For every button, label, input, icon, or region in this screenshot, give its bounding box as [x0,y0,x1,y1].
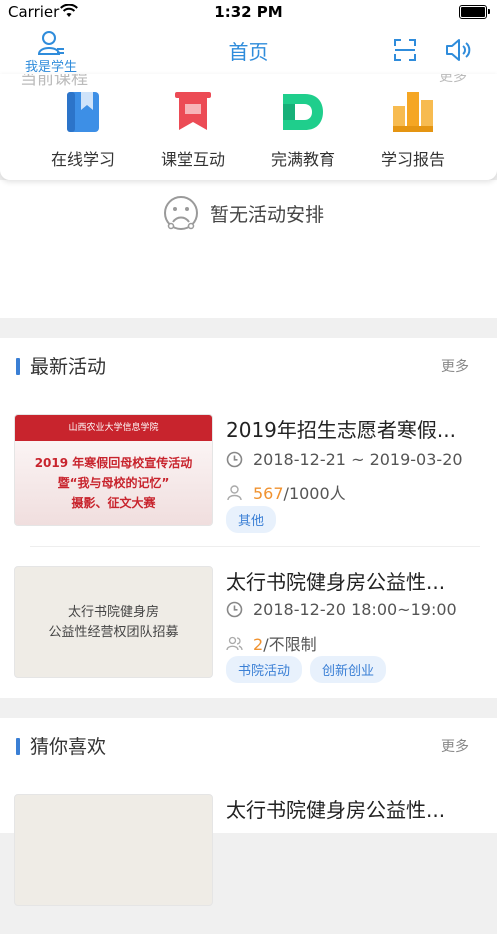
feature-label: 在线学习 [50,150,115,169]
section-accent-bar [16,738,20,755]
thumb-header: 山西农业大学信息学院 [15,415,212,441]
scan-icon[interactable] [393,38,417,62]
section-title: 猜你喜欢 [30,736,107,758]
page-title: 首页 [228,40,269,64]
thumb-line: 摄影、征文大赛 [71,496,156,510]
section-header: 猜你喜欢 更多 [0,718,497,774]
activity-time: 2018-12-20 18:00~19:00 [253,600,457,619]
sad-face-icon [164,196,198,230]
activity-participants-row: 2/不限制 [226,631,317,655]
thumb-line: 2019 年寒假回母校宣传活动 [34,456,193,470]
activity-time-row: 2018-12-21 ~ 2019-03-20 [226,450,463,469]
battery-icon [459,5,490,19]
section-header: 最新活动 更多 [0,338,497,394]
feature-online-learning[interactable]: 在线学习 [38,90,128,170]
thumb-line: 暨“我与母校的记忆” [57,476,170,490]
status-bar: Carrier 1:32 PM [0,0,497,24]
bar-chart-icon [391,90,435,134]
activity-title: 2019年招生志愿者寒假... [226,418,456,442]
activity-participants-row: 567/1000人 [226,480,346,504]
clock: 1:32 PM [214,3,283,21]
bookmark-book-icon [61,90,105,134]
feature-classroom-interaction[interactable]: 课堂互动 [148,90,238,170]
activity-tags: 书院活动 创新创业 [226,656,394,683]
empty-state-text: 暂无活动安排 [210,203,325,226]
participant-limit: /不限制 [263,635,317,654]
clock-icon [226,601,243,618]
feature-label: 完满教育 [270,150,335,169]
activity-tags: 其他 [226,506,284,533]
latest-more-link[interactable]: 更多 [441,356,469,376]
guess-more-link[interactable]: 更多 [441,736,469,756]
activity-title: 太行书院健身房公益性... [226,570,446,594]
participant-limit: /1000人 [283,484,346,503]
flag-icon [171,90,215,134]
section-accent-bar [16,358,20,375]
activity-thumbnail [14,794,213,906]
latest-activities-section: 最新活动 更多 山西农业大学信息学院 2019 年寒假回母校宣传活动 暨“我与母… [0,338,497,698]
feature-label: 课堂互动 [160,150,225,169]
feature-complete-education[interactable]: 完满教育 [258,90,348,170]
feature-card: 当前课程 更多 在线学习 课堂互动 完满教育 学习报告 [0,74,497,180]
activity-item[interactable]: 太行书院健身房公益性... [0,794,497,934]
empty-state: 暂无活动安排 [162,194,324,232]
group-icon [226,636,243,650]
activity-time: 2018-12-21 ~ 2019-03-20 [253,450,463,469]
section-title: 最新活动 [30,356,107,378]
current-course-title: 当前课程 [20,74,88,89]
letter-d-icon [281,90,325,134]
activity-item[interactable]: 山西农业大学信息学院 2019 年寒假回母校宣传活动 暨“我与母校的记忆” 摄影… [0,414,497,554]
thumb-line: 公益性经营权团队招募 [48,625,179,640]
nav-bar: 我是学生 首页 [0,24,497,75]
person-icon [227,484,242,500]
activity-thumbnail: 太行书院健身房 公益性经营权团队招募 [14,566,213,678]
participant-count: 567 [253,484,284,503]
current-course-more: 更多 [439,74,467,85]
participant-count: 2 [253,635,264,654]
activity-tag: 书院活动 [226,656,303,683]
clock-icon [226,451,243,468]
item-divider [30,546,480,547]
activity-time-row: 2018-12-20 18:00~19:00 [226,600,457,619]
feature-label: 学习报告 [380,150,445,169]
activity-thumbnail: 山西农业大学信息学院 2019 年寒假回母校宣传活动 暨“我与母校的记忆” 摄影… [14,414,213,526]
guess-you-like-section: 猜你喜欢 更多 太行书院健身房公益性... [0,718,497,906]
thumb-line: 太行书院健身房 [67,605,159,620]
activity-title: 太行书院健身房公益性... [226,798,446,822]
feature-learning-report[interactable]: 学习报告 [368,90,458,170]
speaker-icon[interactable] [444,37,472,63]
activity-tag: 创新创业 [310,656,387,683]
activity-tag: 其他 [226,506,277,533]
activity-item[interactable]: 太行书院健身房 公益性经营权团队招募 太行书院健身房公益性... 2018-12… [0,566,497,706]
